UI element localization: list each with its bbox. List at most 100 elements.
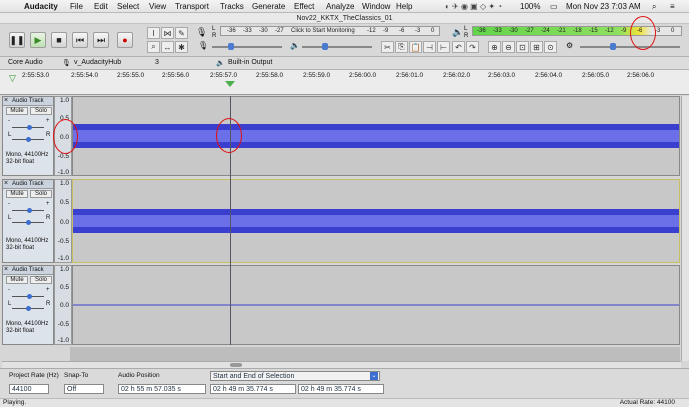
app-menu[interactable]: Audacity — [24, 2, 58, 11]
clock[interactable]: Mon Nov 23 7:03 AM — [566, 2, 641, 11]
mute-button[interactable]: Mute — [6, 276, 28, 284]
track-name-menu[interactable]: Audio Track — [3, 266, 53, 275]
empty-track-area[interactable] — [70, 347, 680, 361]
menu-select[interactable]: Select — [117, 2, 139, 11]
project-rate-select[interactable]: 44100 — [9, 384, 49, 394]
pin-icon[interactable]: ▽ — [9, 73, 16, 84]
waveform-area[interactable] — [72, 265, 680, 345]
monitor-prompt[interactable]: Click to Start Monitoring — [291, 28, 355, 34]
scrollbar-thumb[interactable] — [230, 363, 242, 367]
menu-analyze[interactable]: Analyze — [326, 2, 354, 11]
close-icon[interactable]: × — [4, 97, 8, 104]
menu-file[interactable]: File — [70, 2, 83, 11]
pan-slider[interactable] — [12, 137, 44, 142]
paste-button[interactable]: 📋 — [409, 41, 422, 53]
undo-button[interactable]: ↶ — [452, 41, 465, 53]
mute-button[interactable]: Mute — [6, 107, 28, 115]
fit-project-button[interactable]: ⊞ — [530, 41, 543, 53]
timeshift-tool[interactable]: ↔ — [161, 41, 174, 53]
zoom-tool[interactable]: ⌕ — [147, 41, 160, 53]
redo-button[interactable]: ↷ — [466, 41, 479, 53]
amplitude-scale[interactable]: 1.0 0.5 0.0 -0.5 -1.0 — [54, 179, 72, 263]
slider-thumb[interactable] — [27, 208, 32, 213]
channels-select[interactable]: 3 — [155, 59, 159, 66]
cut-button[interactable]: ✂ — [381, 41, 394, 53]
status-icons[interactable]: ◐ ✈ ◉ ▣ ◇ ✦ ◔ — [445, 2, 502, 11]
play-at-speed-icon[interactable]: ⚙ — [566, 41, 573, 50]
snap-to-select[interactable]: Off — [64, 384, 104, 394]
waveform-area[interactable] — [72, 96, 680, 176]
menu-effect[interactable]: Effect — [294, 2, 314, 11]
input-device-select[interactable]: v_AudacityHub — [74, 59, 121, 66]
track-name-menu[interactable]: Audio Track — [3, 180, 53, 189]
recording-meter[interactable]: -36 -33 -30 -27 Click to Start Monitorin… — [220, 26, 440, 36]
track-name-menu[interactable]: Audio Track — [3, 97, 53, 106]
pause-button[interactable]: ❚❚ — [9, 32, 25, 48]
recording-volume-slider[interactable] — [212, 43, 282, 50]
spotlight-icon[interactable]: ⌕ — [652, 2, 656, 12]
stop-button[interactable]: ■ — [51, 32, 67, 48]
notification-center-icon[interactable]: ≡ — [670, 2, 675, 11]
horizontal-scrollbar[interactable] — [2, 361, 681, 368]
multi-tool[interactable]: ✱ — [175, 41, 188, 53]
trim-button[interactable]: ⊣ — [423, 41, 436, 53]
gain-slider[interactable] — [12, 208, 44, 213]
menu-transport[interactable]: Transport — [175, 2, 209, 11]
battery-icon[interactable]: ▭ — [550, 2, 558, 11]
draw-tool[interactable]: ✎ — [175, 27, 188, 39]
slider-thumb[interactable] — [26, 137, 31, 142]
envelope-tool[interactable]: ⋈ — [161, 27, 174, 39]
menu-edit[interactable]: Edit — [94, 2, 108, 11]
slider-thumb[interactable] — [322, 43, 328, 50]
slider-thumb[interactable] — [610, 43, 616, 50]
timeline-ruler[interactable]: ▽ 2:55:53.0 2:55:54.0 2:55:55.0 2:55:56.… — [0, 70, 689, 95]
audio-position-field[interactable]: 02 h 55 m 57.035 s — [118, 384, 206, 394]
audio-host-select[interactable]: Core Audio — [8, 59, 43, 66]
scale-label: 1.0 — [59, 266, 69, 273]
solo-button[interactable]: Solo — [30, 190, 52, 198]
waveform-area[interactable] — [72, 179, 680, 263]
skip-end-button[interactable]: ⏭ — [93, 32, 109, 48]
fit-selection-button[interactable]: ⊡ — [516, 41, 529, 53]
playback-volume-slider[interactable] — [302, 43, 372, 50]
amplitude-scale[interactable]: 1.0 0.5 0.0 -0.5 -1.0 — [54, 265, 72, 345]
playhead-marker[interactable] — [225, 81, 235, 87]
pan-slider[interactable] — [12, 220, 44, 225]
speaker-icon: 🔈 — [216, 60, 225, 67]
play-at-speed-slider[interactable] — [580, 43, 680, 50]
play-tick: -21 — [557, 28, 566, 34]
selection-start-field[interactable]: 02 h 49 m 35.774 s — [210, 384, 296, 394]
vertical-scrollbar[interactable] — [681, 96, 689, 361]
menu-window[interactable]: Window — [362, 2, 390, 11]
menu-view[interactable]: View — [149, 2, 166, 11]
menu-tracks[interactable]: Tracks — [220, 2, 244, 11]
solo-button[interactable]: Solo — [30, 276, 52, 284]
close-icon[interactable]: × — [4, 266, 8, 273]
slider-thumb[interactable] — [27, 125, 32, 130]
selection-mode-select[interactable]: Start and End of Selection ⌄ — [210, 371, 380, 381]
selection-tool[interactable]: I — [147, 27, 160, 39]
slider-thumb[interactable] — [228, 43, 234, 50]
pan-slider[interactable] — [12, 306, 44, 311]
solo-button[interactable]: Solo — [30, 107, 52, 115]
slider-thumb[interactable] — [27, 294, 32, 299]
zoom-out-button[interactable]: ⊖ — [502, 41, 515, 53]
rec-meter-r: R — [212, 33, 217, 39]
gain-slider[interactable] — [12, 294, 44, 299]
copy-button[interactable]: ⎘ — [395, 41, 408, 53]
close-icon[interactable]: × — [4, 180, 8, 187]
zoom-in-button[interactable]: ⊕ — [488, 41, 501, 53]
selection-end-field[interactable]: 02 h 49 m 35.774 s — [298, 384, 384, 394]
skip-start-button[interactable]: ⏮ — [72, 32, 88, 48]
menu-generate[interactable]: Generate — [252, 2, 285, 11]
zoom-toggle-button[interactable]: ⊙ — [544, 41, 557, 53]
silence-button[interactable]: ⊢ — [437, 41, 450, 53]
play-button[interactable]: ▶ — [30, 32, 46, 48]
menu-help[interactable]: Help — [396, 2, 412, 11]
gain-slider[interactable] — [12, 125, 44, 130]
record-button[interactable]: ● — [117, 32, 133, 48]
output-device-select[interactable]: Built-in Output — [228, 59, 272, 66]
slider-thumb[interactable] — [26, 220, 31, 225]
slider-thumb[interactable] — [26, 306, 31, 311]
mute-button[interactable]: Mute — [6, 190, 28, 198]
